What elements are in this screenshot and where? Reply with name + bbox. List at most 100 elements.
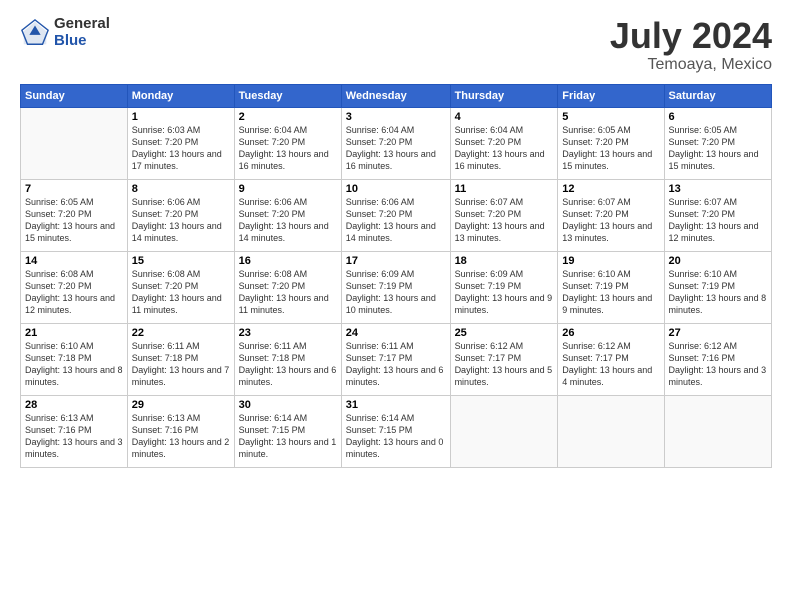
sunset-text: Sunset: 7:20 PM [455, 137, 522, 147]
header: General Blue July 2024 Temoaya, Mexico [20, 16, 772, 74]
day-info: Sunrise: 6:14 AMSunset: 7:15 PMDaylight:… [346, 412, 446, 461]
day-number: 12 [562, 183, 659, 195]
sunrise-text: Sunrise: 6:11 AM [132, 341, 200, 351]
day-number: 13 [669, 183, 767, 195]
table-row: 22Sunrise: 6:11 AMSunset: 7:18 PMDayligh… [127, 323, 234, 395]
day-info: Sunrise: 6:10 AMSunset: 7:19 PMDaylight:… [562, 268, 659, 317]
day-number: 10 [346, 183, 446, 195]
day-info: Sunrise: 6:04 AMSunset: 7:20 PMDaylight:… [239, 124, 337, 173]
sunset-text: Sunset: 7:15 PM [346, 425, 413, 435]
day-info: Sunrise: 6:05 AMSunset: 7:20 PMDaylight:… [562, 124, 659, 173]
sunrise-text: Sunrise: 6:07 AM [562, 197, 631, 207]
sunset-text: Sunset: 7:16 PM [132, 425, 199, 435]
day-number: 29 [132, 399, 230, 411]
table-row: 12Sunrise: 6:07 AMSunset: 7:20 PMDayligh… [558, 179, 664, 251]
table-row: 28Sunrise: 6:13 AMSunset: 7:16 PMDayligh… [21, 395, 128, 467]
sunrise-text: Sunrise: 6:05 AM [562, 125, 631, 135]
table-row: 18Sunrise: 6:09 AMSunset: 7:19 PMDayligh… [450, 251, 558, 323]
daylight-text: Daylight: 13 hours and 12 minutes. [25, 293, 115, 315]
day-info: Sunrise: 6:12 AMSunset: 7:16 PMDaylight:… [669, 340, 767, 389]
logo-general-text: General [54, 16, 110, 33]
daylight-text: Daylight: 13 hours and 7 minutes. [132, 365, 230, 387]
table-row: 17Sunrise: 6:09 AMSunset: 7:19 PMDayligh… [341, 251, 450, 323]
day-number: 6 [669, 111, 767, 123]
daylight-text: Daylight: 13 hours and 0 minutes. [346, 437, 444, 459]
sunset-text: Sunset: 7:20 PM [346, 137, 413, 147]
daylight-text: Daylight: 13 hours and 10 minutes. [346, 293, 436, 315]
table-row: 21Sunrise: 6:10 AMSunset: 7:18 PMDayligh… [21, 323, 128, 395]
table-row: 15Sunrise: 6:08 AMSunset: 7:20 PMDayligh… [127, 251, 234, 323]
day-number: 21 [25, 327, 123, 339]
calendar-page: General Blue July 2024 Temoaya, Mexico S… [0, 0, 792, 612]
day-number: 9 [239, 183, 337, 195]
day-number: 5 [562, 111, 659, 123]
sunrise-text: Sunrise: 6:05 AM [25, 197, 94, 207]
daylight-text: Daylight: 13 hours and 15 minutes. [562, 149, 652, 171]
sunset-text: Sunset: 7:20 PM [455, 209, 522, 219]
day-info: Sunrise: 6:08 AMSunset: 7:20 PMDaylight:… [132, 268, 230, 317]
day-info: Sunrise: 6:11 AMSunset: 7:18 PMDaylight:… [239, 340, 337, 389]
day-number: 7 [25, 183, 123, 195]
col-friday: Friday [558, 84, 664, 107]
day-info: Sunrise: 6:07 AMSunset: 7:20 PMDaylight:… [669, 196, 767, 245]
sunrise-text: Sunrise: 6:11 AM [346, 341, 414, 351]
logo-text: General Blue [54, 16, 110, 49]
table-row: 3 Sunrise: 6:04 AM Sunset: 7:20 PM Daylight… [341, 107, 450, 179]
table-row: 4Sunrise: 6:04 AMSunset: 7:20 PMDaylight… [450, 107, 558, 179]
day-number: 14 [25, 255, 123, 267]
day-number: 16 [239, 255, 337, 267]
day-info: Sunrise: 6:06 AMSunset: 7:20 PMDaylight:… [346, 196, 446, 245]
daylight-text: Daylight: 13 hours and 6 minutes. [346, 365, 444, 387]
table-row: 24Sunrise: 6:11 AMSunset: 7:17 PMDayligh… [341, 323, 450, 395]
daylight-text: Daylight: 13 hours and 1 minute. [239, 437, 337, 459]
day-info: Sunrise: 6:11 AM Sunset: 7:17 PM Daylight:… [346, 340, 446, 389]
day-info: Sunrise: 6:07 AMSunset: 7:20 PMDaylight:… [562, 196, 659, 245]
sunset-text: Sunset: 7:16 PM [25, 425, 92, 435]
daylight-text: Daylight: 13 hours and 16 minutes. [346, 149, 436, 171]
sunset-text: Sunset: 7:20 PM [25, 209, 92, 219]
table-row: 26Sunrise: 6:12 AMSunset: 7:17 PMDayligh… [558, 323, 664, 395]
day-info: Sunrise: 6:08 AMSunset: 7:20 PMDaylight:… [239, 268, 337, 317]
daylight-text: Daylight: 13 hours and 3 minutes. [669, 365, 767, 387]
day-info: Sunrise: 6:03 AMSunset: 7:20 PMDaylight:… [132, 124, 230, 173]
table-row: 27Sunrise: 6:12 AMSunset: 7:16 PMDayligh… [664, 323, 771, 395]
sunrise-text: Sunrise: 6:06 AM [132, 197, 201, 207]
day-number: 3 [346, 111, 446, 123]
sunset-text: Sunset: 7:17 PM [346, 353, 413, 363]
sunrise-text: Sunrise: 6:13 AM [25, 413, 94, 423]
day-info: Sunrise: 6:09 AMSunset: 7:19 PMDaylight:… [346, 268, 446, 317]
day-info: Sunrise: 6:05 AMSunset: 7:20 PMDaylight:… [25, 196, 123, 245]
sunset-text: Sunset: 7:20 PM [25, 281, 92, 291]
daylight-text: Daylight: 13 hours and 16 minutes. [239, 149, 329, 171]
table-row: 25Sunrise: 6:12 AMSunset: 7:17 PMDayligh… [450, 323, 558, 395]
sunrise-text: Sunrise: 6:04 AM [455, 125, 524, 135]
sunrise-text: Sunrise: 6:08 AM [239, 269, 308, 279]
sunset-text: Sunset: 7:20 PM [132, 137, 199, 147]
table-row: 16Sunrise: 6:08 AMSunset: 7:20 PMDayligh… [234, 251, 341, 323]
sunrise-text: Sunrise: 6:11 AM [239, 341, 307, 351]
day-info: Sunrise: 6:09 AMSunset: 7:19 PMDaylight:… [455, 268, 554, 317]
day-info: Sunrise: 6:04 AM Sunset: 7:20 PM Daylight:… [346, 124, 446, 173]
day-number: 22 [132, 327, 230, 339]
daylight-text: Daylight: 13 hours and 15 minutes. [669, 149, 759, 171]
calendar-week-row: 28 Sunrise: 6:13 AM Sunset: 7:16 PM Dayligh… [21, 395, 772, 467]
sunrise-text: Sunrise: 6:04 AM [346, 125, 415, 135]
calendar-week-row: 7 Sunrise: 6:05 AM Sunset: 7:20 PM Daylight… [21, 179, 772, 251]
sunrise-text: Sunrise: 6:04 AM [239, 125, 308, 135]
table-row: 19Sunrise: 6:10 AMSunset: 7:19 PMDayligh… [558, 251, 664, 323]
sunset-text: Sunset: 7:17 PM [455, 353, 522, 363]
col-sunday: Sunday [21, 84, 128, 107]
main-title: July 2024 [610, 16, 772, 56]
calendar-week-row: 14Sunrise: 6:08 AMSunset: 7:20 PMDayligh… [21, 251, 772, 323]
day-number: 28 [25, 399, 123, 411]
logo-icon [20, 18, 50, 48]
daylight-text: Daylight: 13 hours and 11 minutes. [239, 293, 329, 315]
table-row: 6Sunrise: 6:05 AMSunset: 7:20 PMDaylight… [664, 107, 771, 179]
sunrise-text: Sunrise: 6:12 AM [562, 341, 631, 351]
day-info: Sunrise: 6:05 AMSunset: 7:20 PMDaylight:… [669, 124, 767, 173]
sunset-text: Sunset: 7:20 PM [132, 209, 199, 219]
table-row: 23Sunrise: 6:11 AMSunset: 7:18 PMDayligh… [234, 323, 341, 395]
daylight-text: Daylight: 13 hours and 11 minutes. [132, 293, 222, 315]
daylight-text: Daylight: 13 hours and 12 minutes. [669, 221, 759, 243]
table-row: 13Sunrise: 6:07 AMSunset: 7:20 PMDayligh… [664, 179, 771, 251]
